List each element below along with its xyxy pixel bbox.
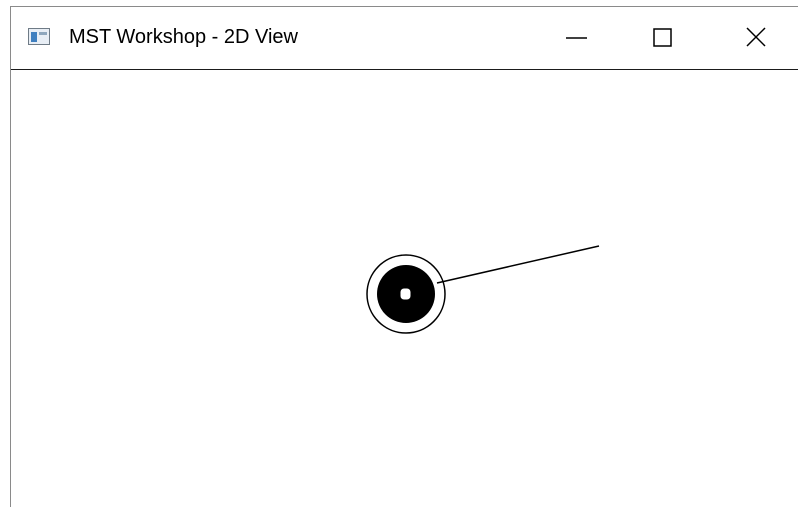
maximize-button[interactable] [632,7,694,69]
maximize-icon [653,28,672,47]
title-bar[interactable]: MST Workshop - 2D View [11,7,798,69]
app-icon-bar [39,32,47,35]
minimize-icon [566,37,587,39]
minimize-button[interactable] [543,7,605,69]
app-window: MST Workshop - 2D View [10,6,798,507]
close-icon [746,27,766,47]
app-icon-pane [31,32,37,42]
scene-2d [366,245,600,334]
node-marker [399,287,412,301]
view-canvas[interactable] [11,69,798,507]
edge-line [436,245,600,284]
window-app-icon[interactable] [28,28,50,45]
close-button[interactable] [727,7,789,69]
window-title: MST Workshop - 2D View [69,26,298,48]
